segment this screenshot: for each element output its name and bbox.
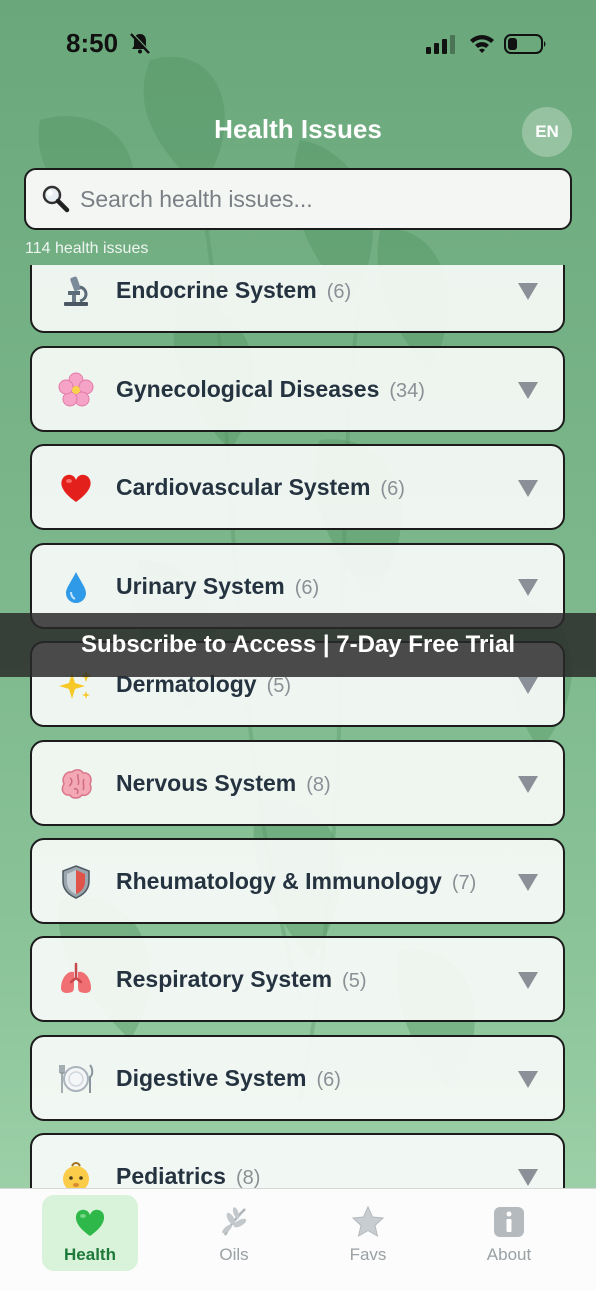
droplet-icon xyxy=(56,567,96,607)
category-count: (6) xyxy=(316,1069,341,1091)
chevron-down-icon xyxy=(518,874,538,891)
subscribe-banner[interactable]: Subscribe to Access | 7-Day Free Trial xyxy=(0,613,596,677)
chevron-down-icon xyxy=(518,1169,538,1186)
cellular-signal-icon xyxy=(426,35,455,54)
category-count: (6) xyxy=(294,577,320,599)
category-card-nervous[interactable]: Nervous System (8) xyxy=(30,740,565,826)
battery-icon xyxy=(504,34,546,54)
chevron-down-icon xyxy=(518,677,538,694)
category-count: (8) xyxy=(235,1167,261,1188)
language-button[interactable]: EN xyxy=(522,107,572,157)
tab-label: Favs xyxy=(349,1245,387,1264)
wifi-icon xyxy=(470,35,494,53)
chevron-down-icon xyxy=(518,283,538,300)
category-count: (34) xyxy=(389,380,425,402)
category-name: Endocrine System (6) xyxy=(116,277,352,303)
category-name: Respiratory System (5) xyxy=(116,966,367,992)
chevron-down-icon xyxy=(518,480,538,497)
shield-icon xyxy=(56,862,96,902)
category-count: (8) xyxy=(306,774,331,796)
category-name: Urinary System (6) xyxy=(116,573,320,599)
health-issue-count: 114 health issues xyxy=(25,240,149,257)
category-card-digestive[interactable]: Digestive System (6) xyxy=(30,1035,565,1121)
herb-icon xyxy=(222,1207,247,1236)
category-count: (7) xyxy=(451,872,477,894)
tab-label: About xyxy=(486,1245,532,1264)
tab-label: Health xyxy=(64,1245,116,1264)
mute-bell-icon xyxy=(130,32,151,54)
tab-oils[interactable]: Oils xyxy=(186,1195,282,1271)
chevron-down-icon xyxy=(518,972,538,989)
category-card-respiratory[interactable]: Respiratory System (5) xyxy=(30,936,565,1022)
tab-label: Oils xyxy=(219,1245,249,1264)
category-count: (5) xyxy=(342,970,367,992)
brain-icon xyxy=(56,764,96,804)
info-icon xyxy=(494,1207,524,1237)
category-card-gynecological[interactable]: Gynecological Diseases (34) xyxy=(30,346,565,432)
tab-bar: Health Oils Favs About xyxy=(0,1188,596,1290)
category-name: Nervous System (8) xyxy=(116,770,331,796)
tab-health[interactable]: Health xyxy=(42,1195,138,1271)
baby-icon xyxy=(56,1157,96,1188)
search-bar[interactable] xyxy=(24,168,572,230)
status-time: 8:50 xyxy=(66,28,119,58)
chevron-down-icon xyxy=(518,579,538,596)
category-card-pediatrics[interactable]: Pediatrics (8) xyxy=(30,1133,565,1188)
category-card-rheumatology[interactable]: Rheumatology & Immunology (7) xyxy=(30,838,565,924)
category-card-endocrine[interactable]: Endocrine System (6) xyxy=(30,265,565,333)
chevron-down-icon xyxy=(518,776,538,793)
category-name: Gynecological Diseases (34) xyxy=(116,376,425,402)
category-list[interactable]: Endocrine System (6) Gynecological Diseas… xyxy=(0,265,596,1188)
chevron-down-icon xyxy=(518,382,538,399)
plate-cutlery-icon xyxy=(56,1059,96,1099)
green-heart-icon xyxy=(75,1209,105,1236)
search-input[interactable] xyxy=(80,178,560,220)
tab-favs[interactable]: Favs xyxy=(320,1195,416,1271)
category-name: Pediatrics (8) xyxy=(116,1163,261,1188)
cherry-blossom-icon xyxy=(56,370,96,410)
category-count: (6) xyxy=(326,281,352,303)
category-name: Digestive System (6) xyxy=(116,1065,341,1091)
heart-icon xyxy=(56,468,96,508)
star-icon xyxy=(351,1205,385,1238)
category-name: Cardiovascular System (6) xyxy=(116,474,405,500)
status-bar: 8:50 xyxy=(0,0,596,90)
page-title: Health Issues xyxy=(214,114,382,144)
microscope-icon xyxy=(56,271,96,311)
lungs-icon xyxy=(56,960,96,1000)
category-count: (5) xyxy=(266,675,292,697)
category-count: (6) xyxy=(380,478,405,500)
tab-about[interactable]: About xyxy=(461,1195,557,1271)
category-name: Rheumatology & Immunology (7) xyxy=(116,868,477,894)
category-card-cardiovascular[interactable]: Cardiovascular System (6) xyxy=(30,444,565,530)
magnifier-icon xyxy=(42,185,70,213)
chevron-down-icon xyxy=(518,1071,538,1088)
